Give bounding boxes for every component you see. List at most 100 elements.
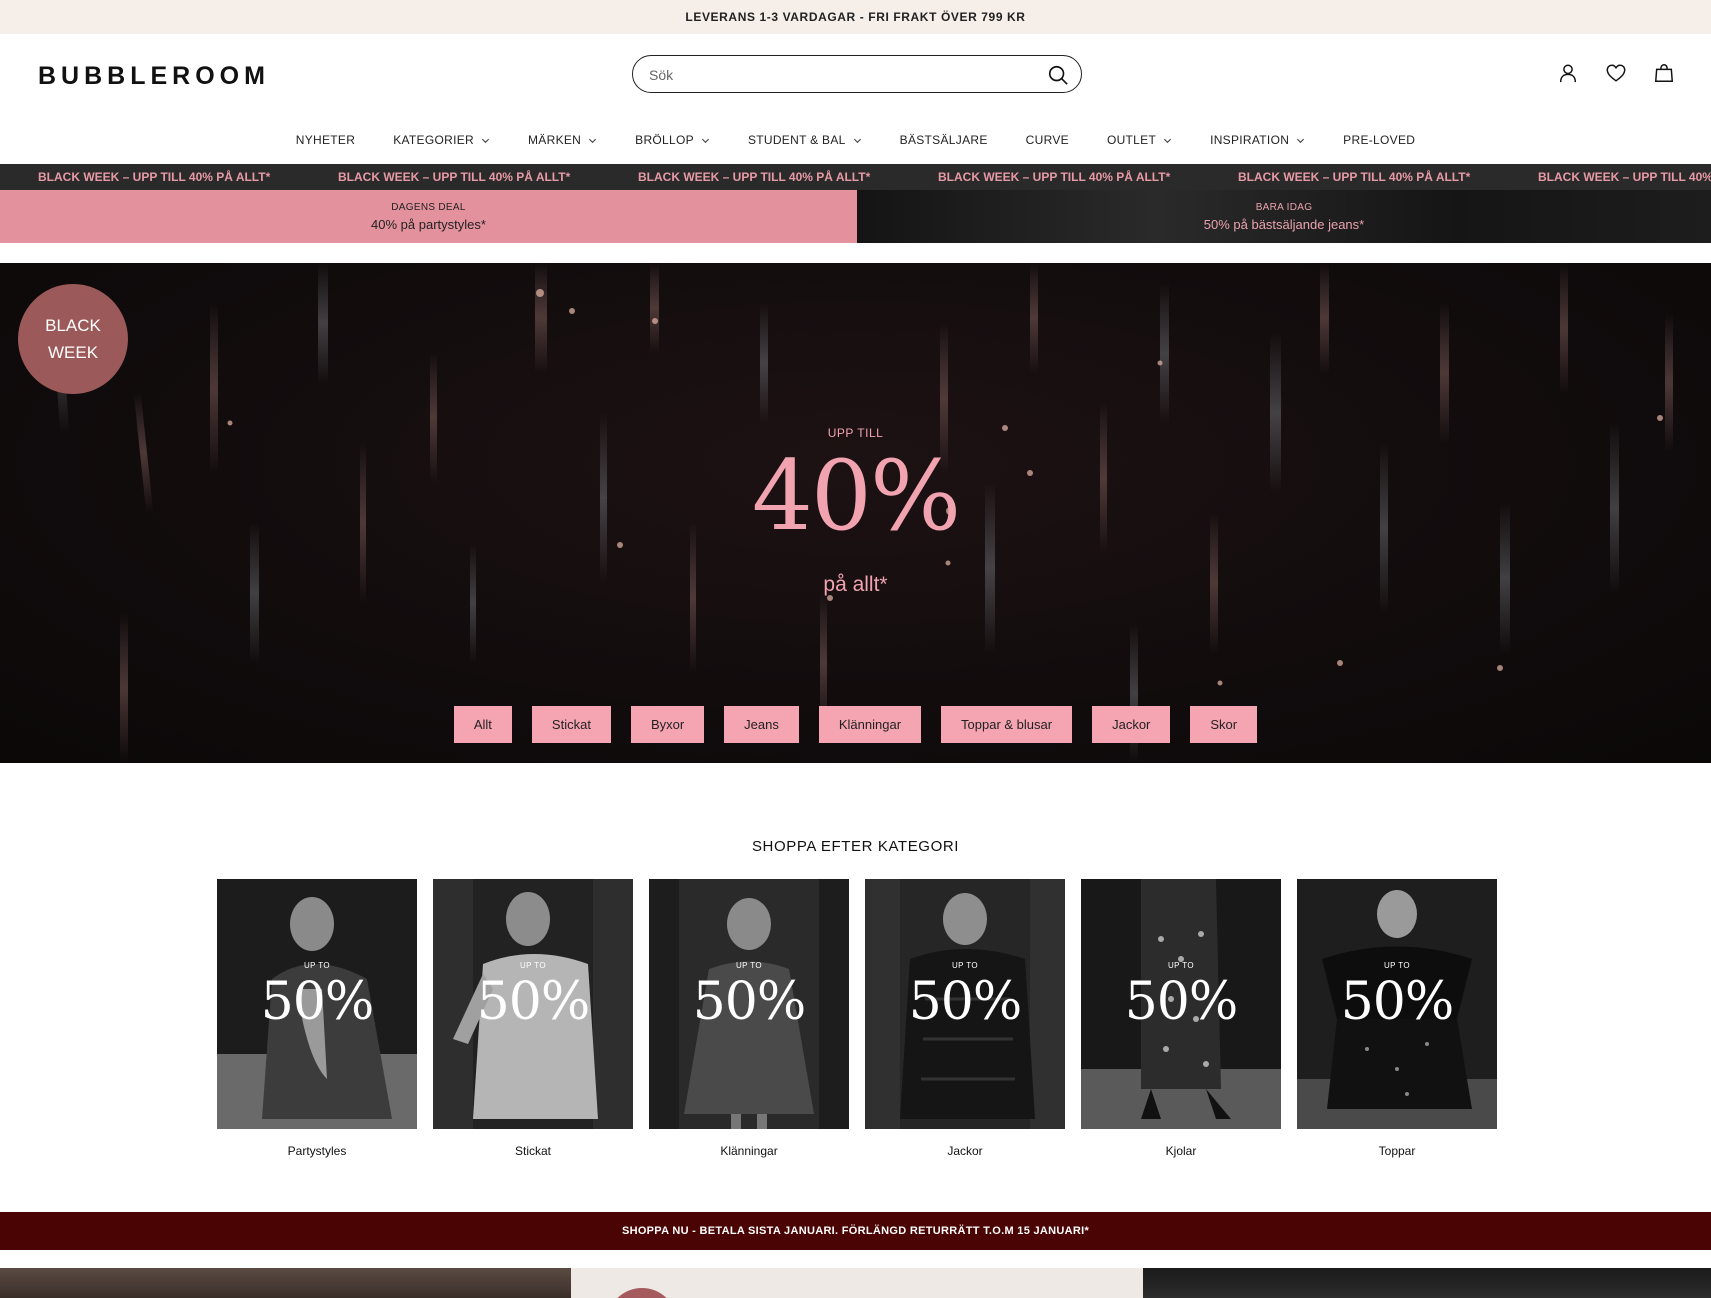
nav-item-curve[interactable]: CURVE xyxy=(1007,128,1088,152)
category-upto: UP TO xyxy=(735,961,762,970)
category-discount: 50% xyxy=(692,972,807,1032)
nav-item-label: MÄRKEN xyxy=(528,133,582,147)
marquee-item: BLACK WEEK – UPP TILL 40% PÅ ALLT* xyxy=(638,170,871,184)
chip-toppar-blusar[interactable]: Toppar & blusar xyxy=(941,706,1073,743)
chevron-down-icon xyxy=(1297,138,1305,143)
nav-item-nyheter[interactable]: NYHETER xyxy=(277,128,374,152)
promo-image[interactable] xyxy=(0,1268,571,1298)
hero-discount: 40% xyxy=(751,440,961,552)
nav-item-kategorier[interactable]: KATEGORIER xyxy=(374,128,509,152)
nav-item-label: KATEGORIER xyxy=(393,133,474,147)
category-discount: 50% xyxy=(1340,972,1455,1032)
marquee-item: BLACK WEEK – UPP TILL 40% PÅ ALLT* xyxy=(338,170,571,184)
category-name: Kjolar xyxy=(1165,1144,1197,1158)
hero-kicker: UPP TILL xyxy=(827,426,884,440)
marquee-item: BLACK WEEK – UPP TILL 40% PÅ ALLT* xyxy=(938,170,1171,184)
category-image: UP TO 50% xyxy=(1081,879,1281,1129)
today-only-banner[interactable]: BARA IDAG 50% på bästsäljande jeans* xyxy=(857,190,1711,243)
category-name: Jackor xyxy=(947,1144,983,1158)
category-upto: UP TO xyxy=(951,961,978,970)
marquee-item: BLACK WEEK – UPP TILL 40% PÅ ALLT* xyxy=(38,170,271,184)
site-header: BUBBLEROOM xyxy=(0,34,1711,114)
nav-item-label: OUTLET xyxy=(1106,133,1157,147)
chip-allt[interactable]: Allt xyxy=(453,706,512,743)
nav-item-label: BÄSTSÄLJARE xyxy=(899,133,988,147)
badge-line: WEEK xyxy=(47,343,99,362)
nav-item-marken[interactable]: MÄRKEN xyxy=(509,128,616,152)
category-image: UP TO 50% xyxy=(1297,879,1497,1129)
category-discount: 50% xyxy=(476,972,591,1032)
marquee-item: BLACK WEEK – UPP TILL 40% PÅ ALLT* xyxy=(1538,170,1711,184)
search-icon[interactable] xyxy=(1047,64,1069,86)
category-image: UP TO 50% xyxy=(217,879,417,1129)
category-upto: UP TO xyxy=(1383,961,1410,970)
category-grid: UP TO 50% Partystyles UP TO 50% Stickat xyxy=(217,879,1497,1158)
deal-label: DAGENS DEAL xyxy=(391,201,466,213)
category-card[interactable]: UP TO 50% Klänningar xyxy=(649,879,849,1158)
promo-image[interactable] xyxy=(571,1268,1143,1298)
category-card[interactable]: UP TO 50% Kjolar xyxy=(1081,879,1281,1158)
category-upto: UP TO xyxy=(519,961,546,970)
header-actions xyxy=(1557,62,1675,84)
category-card[interactable]: UP TO 50% Toppar xyxy=(1297,879,1497,1158)
hero-category-chips: Allt Stickat Byxor Jeans Klänningar Topp… xyxy=(0,706,1711,743)
marquee-item: BLACK WEEK – UPP TILL 40% PÅ ALLT* xyxy=(1238,170,1471,184)
chip-klanningar[interactable]: Klänningar xyxy=(818,706,922,743)
category-image: UP TO 50% xyxy=(433,879,633,1129)
category-upto: UP TO xyxy=(1167,961,1194,970)
main-nav: NYHETER KATEGORIER MÄRKEN BRÖLLOP STUDEN… xyxy=(0,128,1711,152)
chevron-down-icon xyxy=(853,138,861,143)
nav-item-label: BRÖLLOP xyxy=(635,133,694,147)
hero-subtitle: på allt* xyxy=(823,573,888,596)
user-icon[interactable] xyxy=(1557,62,1579,84)
nav-item-label: STUDENT & BAL xyxy=(747,133,846,147)
category-discount: 50% xyxy=(260,972,375,1032)
category-name: Toppar xyxy=(1378,1144,1416,1158)
search-input[interactable] xyxy=(649,63,1019,87)
bag-icon[interactable] xyxy=(1653,62,1675,84)
category-card[interactable]: UP TO 50% Stickat xyxy=(433,879,633,1158)
chip-jeans[interactable]: Jeans xyxy=(724,706,799,743)
chip-stickat[interactable]: Stickat xyxy=(531,706,611,743)
section-title: SHOPPA EFTER KATEGORI xyxy=(751,838,960,855)
promo-badge xyxy=(607,1288,677,1298)
nav-item-label: NYHETER xyxy=(295,133,356,147)
nav-item-brollop[interactable]: BRÖLLOP xyxy=(616,128,729,152)
nav-item-student-bal[interactable]: STUDENT & BAL xyxy=(729,128,881,152)
daily-deal-banner[interactable]: DAGENS DEAL 40% på partystyles* xyxy=(0,190,857,243)
nav-item-inspiration[interactable]: INSPIRATION xyxy=(1191,128,1324,152)
site-logo[interactable]: BUBBLEROOM xyxy=(38,62,270,91)
promo-image[interactable] xyxy=(1143,1268,1711,1298)
category-card[interactable]: UP TO 50% Partystyles xyxy=(217,879,417,1158)
deal-label: BARA IDAG xyxy=(1255,201,1313,213)
category-discount: 50% xyxy=(908,972,1023,1032)
payment-banner[interactable]: SHOPPA NU - BETALA SISTA JANUARI. FÖRLÄN… xyxy=(0,1212,1711,1250)
hero-banner[interactable]: BLACK WEEK UPP TILL 40% på allt* Allt Sti… xyxy=(0,263,1711,763)
category-image: UP TO 50% xyxy=(865,879,1065,1129)
category-card[interactable]: UP TO 50% Jackor xyxy=(865,879,1065,1158)
search-bar xyxy=(632,55,1082,93)
chevron-down-icon xyxy=(701,138,709,143)
chevron-down-icon xyxy=(1164,138,1172,143)
shipping-banner: LEVERANS 1-3 VARDAGAR - FRI FRAKT ÖVER 7… xyxy=(0,0,1711,34)
chip-jackor[interactable]: Jackor xyxy=(1092,706,1171,743)
nav-item-bastsaljare[interactable]: BÄSTSÄLJARE xyxy=(881,128,1007,152)
nav-item-outlet[interactable]: OUTLET xyxy=(1088,128,1191,152)
chevron-down-icon xyxy=(481,138,490,143)
bottom-image-strip xyxy=(0,1268,1711,1298)
chip-byxor[interactable]: Byxor xyxy=(630,706,705,743)
deal-text: 40% på partystyles* xyxy=(371,216,486,232)
deal-text: 50% på bästsäljande jeans* xyxy=(1203,216,1365,232)
category-name: Klänningar xyxy=(720,1144,778,1158)
payment-banner-text: SHOPPA NU - BETALA SISTA JANUARI. FÖRLÄN… xyxy=(621,1225,1090,1237)
nav-item-label: PRE-LOVED xyxy=(1343,133,1416,147)
chevron-down-icon xyxy=(589,138,597,143)
category-name: Partystyles xyxy=(287,1144,347,1158)
shipping-banner-text: LEVERANS 1-3 VARDAGAR - FRI FRAKT ÖVER 7… xyxy=(685,10,1026,24)
chip-skor[interactable]: Skor xyxy=(1190,706,1258,743)
nav-item-pre-loved[interactable]: PRE-LOVED xyxy=(1324,128,1434,152)
nav-item-label: CURVE xyxy=(1025,133,1069,147)
heart-icon[interactable] xyxy=(1605,62,1627,84)
category-image: UP TO 50% xyxy=(649,879,849,1129)
promo-marquee[interactable]: BLACK WEEK – UPP TILL 40% PÅ ALLT* BLACK… xyxy=(0,164,1711,190)
